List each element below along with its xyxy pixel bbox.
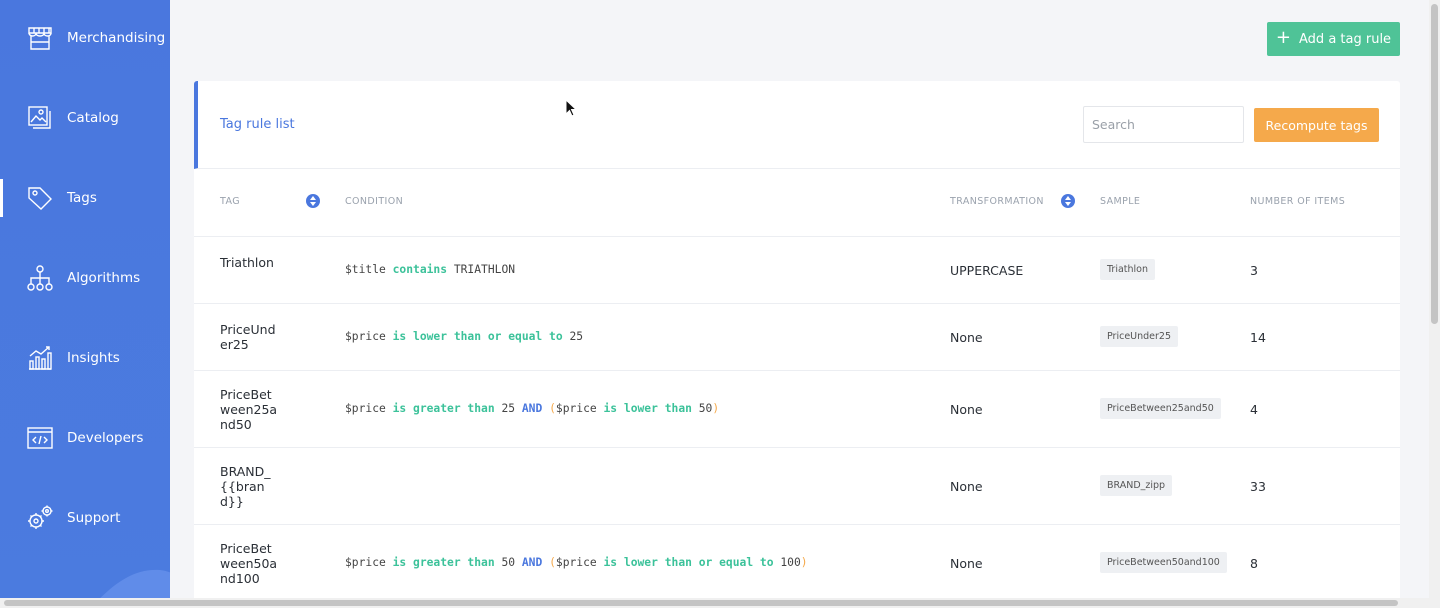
sidebar-item-label: Catalog bbox=[67, 110, 119, 126]
tag-cell: PriceBetween50and100 bbox=[220, 541, 278, 586]
condition-parenthesis: ) bbox=[800, 556, 808, 569]
condition-token: 50 bbox=[494, 556, 522, 569]
condition-keyword: contains bbox=[392, 263, 448, 276]
sort-icon[interactable] bbox=[1061, 194, 1075, 208]
sidebar-item-label: Support bbox=[67, 510, 121, 526]
condition-parenthesis: ( bbox=[549, 556, 556, 569]
transformation-cell: None bbox=[950, 402, 983, 417]
table-header: TAG CONDITION TRANSFORMATION SAMPLE NUMB… bbox=[194, 169, 1400, 237]
storefront-icon bbox=[26, 24, 54, 52]
condition-token: $title bbox=[345, 263, 393, 276]
table-row[interactable]: BRAND_{{brand}} None BRAND_zipp 33 bbox=[194, 448, 1400, 525]
column-header-number-of-items: NUMBER OF ITEMS bbox=[1250, 196, 1346, 207]
column-header-condition: CONDITION bbox=[345, 196, 404, 207]
sample-badge: Triathlon bbox=[1100, 259, 1155, 280]
add-tag-rule-label: Add a tag rule bbox=[1299, 31, 1392, 47]
tag-cell: PriceBetween25and50 bbox=[220, 387, 278, 432]
table-row[interactable]: Triathlon $title contains TRIATHLON UPPE… bbox=[194, 237, 1400, 304]
chart-icon bbox=[26, 344, 54, 372]
transformation-cell: None bbox=[950, 479, 983, 494]
condition-cell: $price is greater than 50 AND ($price is… bbox=[345, 556, 808, 569]
sort-icon[interactable] bbox=[306, 194, 320, 208]
recompute-tags-button[interactable]: Recompute tags bbox=[1254, 108, 1379, 142]
tag-cell: BRAND_{{brand}} bbox=[220, 464, 271, 509]
condition-token: TRIATHLON bbox=[447, 263, 516, 276]
condition-token: $price bbox=[555, 402, 604, 415]
tag-rule-card: Tag rule list Recompute tags TAG CONDITI… bbox=[194, 81, 1400, 608]
item-count-cell: 3 bbox=[1250, 263, 1258, 278]
condition-keyword: is lower than or equal to bbox=[603, 556, 774, 569]
sample-badge: PriceUnder25 bbox=[1100, 326, 1179, 347]
condition-operator: AND bbox=[521, 556, 543, 569]
sidebar-wave-decoration bbox=[100, 569, 170, 598]
condition-token: $price bbox=[345, 402, 393, 415]
images-icon bbox=[26, 104, 54, 132]
table-row[interactable]: PriceBetween50and100 $price is greater t… bbox=[194, 525, 1400, 602]
transformation-cell: UPPERCASE bbox=[950, 263, 1024, 278]
vertical-scroll-thumb[interactable] bbox=[1431, 4, 1438, 324]
condition-token: $price bbox=[555, 556, 604, 569]
sidebar-item-algorithms[interactable]: Algorithms bbox=[0, 248, 170, 308]
card-title: Tag rule list bbox=[220, 117, 295, 132]
hierarchy-icon bbox=[26, 264, 54, 292]
sidebar-item-developers[interactable]: Developers bbox=[0, 408, 170, 468]
condition-keyword: is greater than bbox=[392, 402, 495, 415]
plus-icon: + bbox=[1275, 27, 1292, 48]
search-input[interactable] bbox=[1083, 106, 1244, 143]
sidebar-item-label: Algorithms bbox=[67, 270, 141, 286]
item-count-cell: 8 bbox=[1250, 556, 1258, 571]
condition-cell: $price is lower than or equal to 25 bbox=[345, 330, 583, 343]
transformation-cell: None bbox=[950, 556, 983, 571]
item-count-cell: 14 bbox=[1250, 330, 1266, 345]
sample-badge: PriceBetween50and100 bbox=[1100, 552, 1227, 573]
sidebar-item-label: Insights bbox=[67, 350, 120, 366]
condition-keyword: is lower than bbox=[603, 402, 692, 415]
tag-icon bbox=[26, 184, 54, 212]
horizontal-scroll-thumb[interactable] bbox=[4, 600, 1398, 606]
condition-operator: AND bbox=[521, 402, 543, 415]
condition-keyword: is greater than bbox=[392, 556, 495, 569]
sidebar-item-catalog[interactable]: Catalog bbox=[0, 88, 170, 148]
condition-cell: $price is greater than 25 AND ($price is… bbox=[345, 402, 719, 415]
condition-token: 25 bbox=[562, 330, 584, 343]
sidebar-item-tags[interactable]: Tags bbox=[0, 168, 170, 228]
condition-token: $price bbox=[345, 330, 393, 343]
add-tag-rule-button[interactable]: + Add a tag rule bbox=[1267, 22, 1400, 56]
tag-cell: PriceUnder25 bbox=[220, 322, 276, 352]
sample-badge: PriceBetween25and50 bbox=[1100, 398, 1221, 419]
condition-token: $price bbox=[345, 556, 393, 569]
condition-token: 50 bbox=[691, 402, 713, 415]
column-header-transformation: TRANSFORMATION bbox=[950, 196, 1044, 207]
sidebar-item-support[interactable]: Support bbox=[0, 488, 170, 548]
sidebar-item-merchandising[interactable]: Merchandising bbox=[0, 8, 170, 68]
condition-token: 100 bbox=[773, 556, 801, 569]
sidebar: Merchandising Catalog Tags Algorithms In… bbox=[0, 0, 170, 598]
condition-keyword: is lower than or equal to bbox=[392, 330, 563, 343]
column-header-sample: SAMPLE bbox=[1100, 196, 1141, 207]
gears-icon bbox=[26, 504, 54, 532]
table-row[interactable]: PriceUnder25 $price is lower than or equ… bbox=[194, 304, 1400, 371]
sample-badge: BRAND_zipp bbox=[1100, 475, 1173, 496]
card-header: Tag rule list Recompute tags bbox=[194, 81, 1400, 169]
item-count-cell: 4 bbox=[1250, 402, 1258, 417]
condition-cell: $title contains TRIATHLON bbox=[345, 263, 515, 276]
column-header-tag: TAG bbox=[220, 196, 240, 207]
sidebar-item-label: Developers bbox=[67, 430, 144, 446]
item-count-cell: 33 bbox=[1250, 479, 1266, 494]
condition-parenthesis: ( bbox=[549, 402, 556, 415]
horizontal-scrollbar[interactable] bbox=[0, 598, 1440, 608]
sidebar-item-insights[interactable]: Insights bbox=[0, 328, 170, 388]
transformation-cell: None bbox=[950, 330, 983, 345]
code-icon bbox=[26, 424, 54, 452]
sidebar-item-label: Tags bbox=[67, 190, 97, 206]
mouse-cursor-icon bbox=[565, 99, 577, 117]
condition-parenthesis: ) bbox=[712, 402, 720, 415]
sidebar-item-label: Merchandising bbox=[67, 30, 166, 46]
condition-token: 25 bbox=[494, 402, 522, 415]
tag-cell: Triathlon bbox=[220, 255, 274, 270]
table-row[interactable]: PriceBetween25and50 $price is greater th… bbox=[194, 371, 1400, 448]
vertical-scrollbar[interactable] bbox=[1429, 0, 1440, 598]
